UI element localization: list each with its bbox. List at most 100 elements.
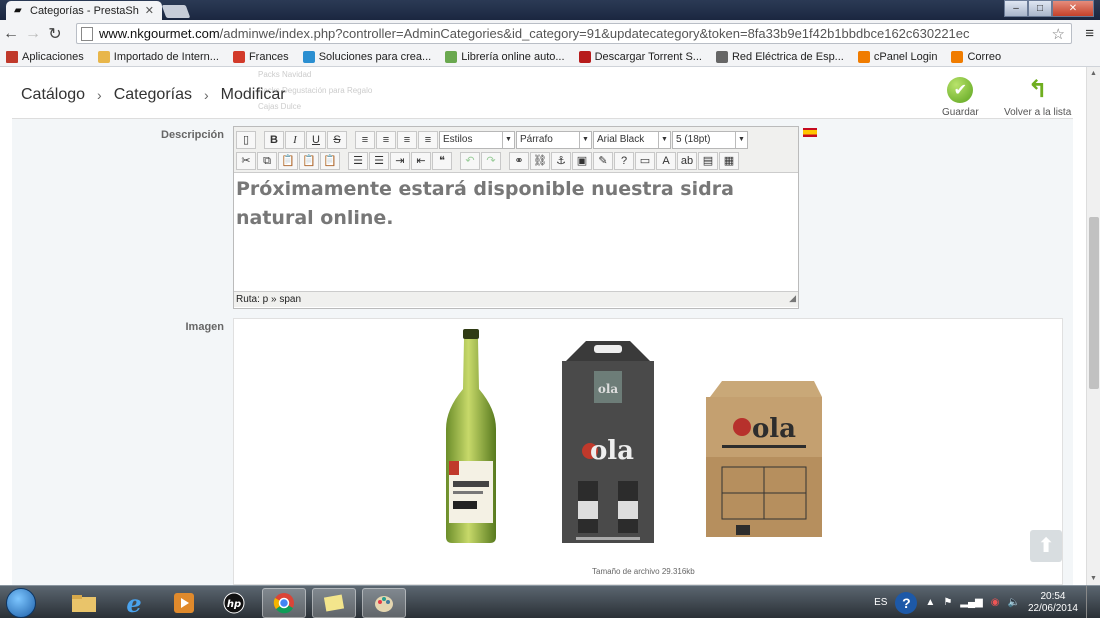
window-close-button[interactable]: ✕ xyxy=(1052,0,1094,17)
back-to-list-button[interactable]: ↰ Volver a la lista xyxy=(1004,77,1071,119)
link-button[interactable]: ⚭ xyxy=(509,151,529,170)
tab-close-icon[interactable]: ✕ xyxy=(145,4,154,17)
internet-explorer-icon[interactable]: e xyxy=(112,588,156,618)
text-color-button[interactable]: A xyxy=(656,151,676,170)
bookmark-item[interactable]: Red Eléctrica de Esp... xyxy=(715,50,844,63)
unlink-button[interactable]: ⛓ xyxy=(530,151,550,170)
format-select-value: Párrafo xyxy=(520,134,553,145)
editor-content[interactable]: Próximamente estará disponible nuestra s… xyxy=(234,173,798,291)
align-left-button[interactable]: ≡ xyxy=(355,130,375,149)
page-viewport: Packs Navidad Packs Degustación para Reg… xyxy=(0,67,1086,585)
fullscreen-button[interactable]: ▦ xyxy=(719,151,739,170)
strikethrough-button[interactable]: S xyxy=(327,130,347,149)
scroll-down-arrow-icon[interactable]: ▼ xyxy=(1090,575,1097,582)
align-right-button[interactable]: ≡ xyxy=(397,130,417,149)
clock-date: 22/06/2014 xyxy=(1027,602,1078,614)
url-text[interactable]: www.nkgourmet.com/adminwe/index.php?cont… xyxy=(99,26,1052,41)
address-bar[interactable]: www.nkgourmet.com/adminwe/index.php?cont… xyxy=(76,23,1072,44)
chrome-menu-icon[interactable]: ≡ xyxy=(1085,25,1094,42)
insert-table-button[interactable]: ▤ xyxy=(698,151,718,170)
image-button[interactable]: ▣ xyxy=(572,151,592,170)
hr-button[interactable]: ▭ xyxy=(635,151,655,170)
chrome-icon[interactable] xyxy=(262,588,306,618)
svg-text:ola: ola xyxy=(598,382,619,396)
scroll-to-top-button[interactable]: ⬆ xyxy=(1030,530,1062,562)
blockquote-button[interactable]: ❝ xyxy=(432,151,452,170)
reload-button[interactable]: ↻ xyxy=(44,24,66,44)
clock[interactable]: 20:54 22/06/2014 xyxy=(1028,591,1078,615)
scroll-up-arrow-icon[interactable]: ▲ xyxy=(1090,70,1097,77)
font-family-select[interactable]: Arial Black ▼ xyxy=(593,130,671,149)
globe-icon xyxy=(715,50,728,63)
help-button[interactable]: ? xyxy=(614,151,634,170)
bookmark-item[interactable]: Frances xyxy=(232,50,289,63)
sticky-notes-icon[interactable] xyxy=(312,588,356,618)
cut-button[interactable]: ✂ xyxy=(236,151,256,170)
maximize-button[interactable]: □ xyxy=(1028,0,1052,17)
language-indicator[interactable]: ES xyxy=(874,597,887,608)
indent-button[interactable]: ⇤ xyxy=(411,151,431,170)
spanish-flag-icon[interactable] xyxy=(803,128,817,137)
system-tray: ES ? ▲ ⚑ ▂▄▆ ◉ 🔈 20:54 22/06/2014 xyxy=(874,586,1100,618)
bookmark-star-icon[interactable]: ☆ xyxy=(1052,25,1065,43)
bookmark-item[interactable]: Correo xyxy=(951,50,1002,63)
forward-button[interactable]: → xyxy=(22,25,44,43)
hp-icon[interactable]: hp xyxy=(212,588,256,618)
show-hidden-icons-icon[interactable]: ▲ xyxy=(925,597,935,608)
bookmark-label: Red Eléctrica de Esp... xyxy=(731,50,844,63)
bookmark-item[interactable]: Librería online auto... xyxy=(445,50,565,63)
media-player-icon[interactable] xyxy=(162,588,206,618)
breadcrumb-categories[interactable]: Categorías xyxy=(114,86,192,104)
browser-tab[interactable]: ▰ Categorías - PrestaShop™ ✕ xyxy=(6,1,162,20)
numbered-list-button[interactable]: ☰ xyxy=(369,151,389,170)
bookmark-item[interactable]: Descargar Torrent S... xyxy=(578,50,702,63)
vertical-scrollbar[interactable]: ▲ ▼ xyxy=(1086,67,1100,585)
folder-icon xyxy=(97,50,110,63)
bookmark-item[interactable]: Importado de Intern... xyxy=(97,50,219,63)
resize-handle-icon[interactable]: ◢ xyxy=(789,291,796,306)
svg-text:ola: ola xyxy=(752,414,796,444)
file-explorer-icon[interactable] xyxy=(62,588,106,618)
outdent-button[interactable]: ⇥ xyxy=(390,151,410,170)
italic-button[interactable]: I xyxy=(285,130,305,149)
paste-text-button[interactable]: 📋 xyxy=(299,151,319,170)
bold-button[interactable]: B xyxy=(264,130,284,149)
bookmark-item[interactable]: Aplicaciones xyxy=(6,50,84,63)
network-icon[interactable]: ▂▄▆ xyxy=(960,597,982,608)
new-tab-button[interactable] xyxy=(161,5,191,18)
paste-word-button[interactable]: 📋 xyxy=(320,151,340,170)
new-document-button[interactable]: ▯ xyxy=(236,130,256,149)
volume-icon[interactable]: 🔈 xyxy=(1007,597,1019,608)
underline-button[interactable]: U xyxy=(306,130,326,149)
chevron-down-icon: ▼ xyxy=(735,131,747,148)
paste-button[interactable]: 📋 xyxy=(278,151,298,170)
save-button[interactable]: ✔ Guardar xyxy=(942,77,979,118)
format-select[interactable]: Párrafo ▼ xyxy=(516,130,592,149)
redo-button[interactable]: ↷ xyxy=(481,151,501,170)
show-desktop-button[interactable] xyxy=(1086,586,1096,618)
align-center-button[interactable]: ≡ xyxy=(376,130,396,149)
anchor-button[interactable]: ⚓ xyxy=(551,151,571,170)
bookmark-item[interactable]: Soluciones para crea... xyxy=(302,50,431,63)
flag-tray-icon[interactable]: ⚑ xyxy=(943,597,952,608)
cider-bottle-image xyxy=(446,329,496,543)
paint-icon[interactable] xyxy=(362,588,406,618)
help-icon[interactable]: ? xyxy=(895,591,918,614)
cleanup-button[interactable]: ✎ xyxy=(593,151,613,170)
bookmark-item[interactable]: cPanel Login xyxy=(857,50,937,63)
bullet-list-button[interactable]: ☰ xyxy=(348,151,368,170)
styles-select[interactable]: Estilos ▼ xyxy=(439,130,515,149)
minimize-button[interactable]: – xyxy=(1004,0,1028,17)
scrollbar-thumb[interactable] xyxy=(1089,217,1099,389)
undo-button[interactable]: ↶ xyxy=(460,151,480,170)
bookmark-label: Correo xyxy=(967,50,1002,63)
font-size-select[interactable]: 5 (18pt) ▼ xyxy=(672,130,748,149)
start-button[interactable] xyxy=(6,588,36,618)
url-domain: www.nkgourmet.com xyxy=(99,26,220,41)
copy-button[interactable]: ⧉ xyxy=(257,151,277,170)
back-button[interactable]: ← xyxy=(0,25,22,43)
highlight-color-button[interactable]: ab xyxy=(677,151,697,170)
security-tray-icon[interactable]: ◉ xyxy=(991,597,1000,608)
align-justify-button[interactable]: ≡ xyxy=(418,130,438,149)
breadcrumb-catalog[interactable]: Catálogo xyxy=(21,86,85,104)
